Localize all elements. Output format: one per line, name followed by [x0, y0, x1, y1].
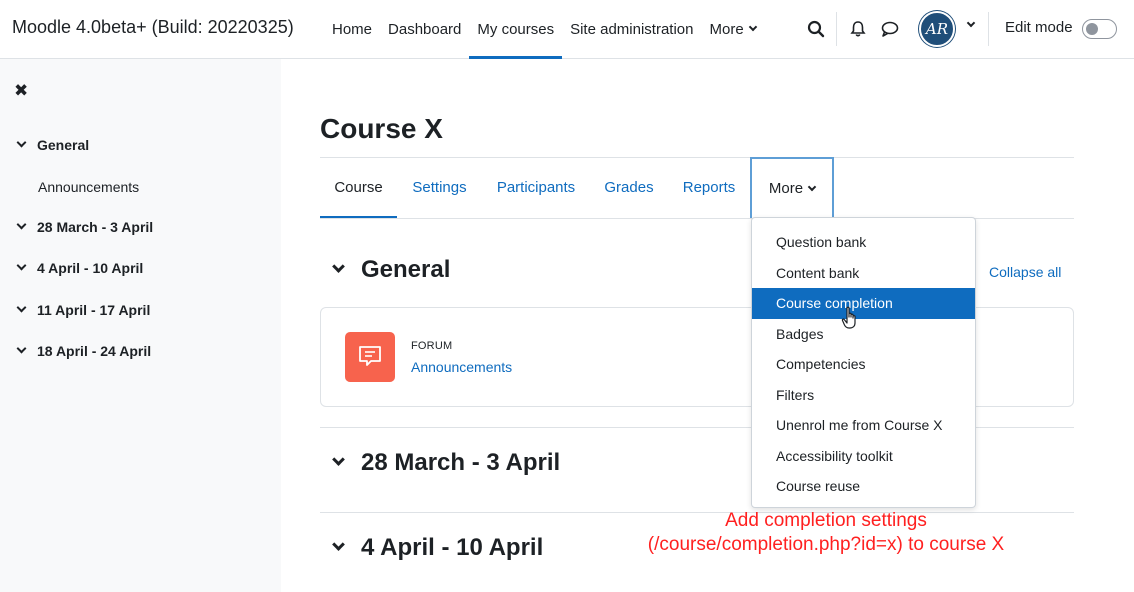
nav-site-administration-label: Site administration	[570, 20, 694, 38]
tab-settings[interactable]: Settings	[397, 157, 482, 218]
nav-home-label: Home	[332, 20, 373, 38]
nav-my-courses[interactable]: My courses	[469, 0, 562, 59]
nav-dashboard-label: Dashboard	[388, 20, 462, 38]
chevron-down-icon[interactable]	[966, 18, 976, 28]
drawer-section-label: 28 March - 3 April	[37, 219, 154, 235]
tab-course[interactable]: Course	[320, 157, 397, 219]
nav-site-administration[interactable]: Site administration	[562, 0, 701, 58]
section-4-april[interactable]: 4 April - 10 April	[330, 534, 543, 562]
drawer-section-general[interactable]: General	[16, 137, 90, 153]
tab-more[interactable]: More	[750, 157, 834, 218]
section-title: General	[361, 256, 451, 283]
drawer-section-18-april[interactable]: 18 April - 24 April	[16, 343, 152, 359]
chevron-down-icon	[16, 137, 27, 148]
tab-participants[interactable]: Participants	[482, 157, 590, 218]
tab-participants-label: Participants	[496, 179, 576, 196]
activity-type: FORUM	[411, 340, 453, 352]
tab-settings-label: Settings	[412, 179, 467, 196]
menu-item-course-completion[interactable]: Course completion	[752, 288, 975, 319]
navbar-divider	[836, 12, 837, 46]
tab-grades-label: Grades	[604, 179, 654, 196]
drawer-section-4-april[interactable]: 4 April - 10 April	[16, 260, 144, 276]
more-dropdown-menu: Question bank Content bank Course comple…	[751, 217, 976, 508]
tab-course-label: Course	[334, 179, 383, 196]
chevron-down-icon	[332, 538, 345, 551]
tab-reports[interactable]: Reports	[668, 157, 750, 218]
forum-icon	[345, 332, 395, 382]
edit-mode-toggle[interactable]	[1082, 19, 1117, 39]
edit-mode-label: Edit mode	[1005, 19, 1073, 36]
activity-link[interactable]: Announcements	[411, 359, 512, 375]
tab-grades[interactable]: Grades	[590, 157, 668, 218]
chevron-down-icon	[16, 302, 27, 313]
nav-more-label: More	[709, 20, 744, 38]
drawer-section-label: 18 April - 24 April	[37, 343, 152, 359]
search-icon[interactable]	[805, 18, 827, 40]
top-navbar: Moodle 4.0beta+ (Build: 20220325) Home D…	[0, 0, 1134, 59]
drawer-section-label: General	[37, 137, 90, 153]
annotation-note: Add completion settings (/course/complet…	[647, 510, 1005, 555]
section-title: 28 March - 3 April	[361, 449, 561, 476]
chevron-down-icon	[807, 182, 817, 191]
section-28-march[interactable]: 28 March - 3 April	[330, 449, 560, 477]
page-title: Course X	[320, 113, 443, 144]
bell-icon[interactable]	[847, 18, 869, 40]
section-title: 4 April - 10 April	[361, 534, 544, 561]
drawer-section-label: 4 April - 10 April	[37, 260, 144, 276]
chevron-down-icon	[16, 219, 27, 230]
drawer-section-28-march[interactable]: 28 March - 3 April	[16, 219, 154, 235]
primary-navigation: Home Dashboard My courses Site administr…	[324, 0, 764, 59]
site-brand[interactable]: Moodle 4.0beta+ (Build: 20220325)	[12, 17, 294, 38]
chevron-down-icon	[332, 260, 345, 273]
tab-reports-label: Reports	[682, 179, 736, 196]
navbar-divider	[988, 12, 989, 46]
avatar[interactable]: AR	[919, 11, 955, 47]
menu-item-competencies[interactable]: Competencies	[752, 349, 975, 380]
chevron-down-icon	[16, 343, 27, 354]
close-icon[interactable]: ✖	[14, 81, 28, 101]
chevron-down-icon	[16, 260, 27, 271]
section-general[interactable]: General	[330, 256, 450, 284]
course-index-drawer: ✖ General Announcements 28 March - 3 Apr…	[0, 59, 281, 592]
menu-item-content-bank[interactable]: Content bank	[752, 258, 975, 289]
menu-item-course-reuse[interactable]: Course reuse	[752, 471, 975, 502]
avatar-initials: AR	[925, 20, 949, 38]
collapse-all-link[interactable]: Collapse all	[989, 264, 1061, 280]
nav-more[interactable]: More	[702, 0, 764, 58]
drawer-item-announcements[interactable]: Announcements	[38, 179, 139, 195]
menu-item-unenrol[interactable]: Unenrol me from Course X	[752, 410, 975, 441]
tab-more-label: More	[768, 180, 804, 197]
menu-item-filters[interactable]: Filters	[752, 380, 975, 411]
drawer-section-label: 11 April - 17 April	[37, 302, 151, 318]
nav-home[interactable]: Home	[324, 0, 380, 58]
menu-item-question-bank[interactable]: Question bank	[752, 227, 975, 258]
secondary-navigation: Course Settings Participants Grades Repo…	[320, 157, 834, 219]
chat-bubble-icon[interactable]	[879, 18, 901, 40]
nav-my-courses-label: My courses	[477, 20, 555, 38]
hand-pointer-icon	[841, 306, 861, 335]
chevron-down-icon	[748, 22, 757, 32]
chevron-down-icon	[332, 453, 345, 466]
nav-dashboard[interactable]: Dashboard	[380, 0, 469, 58]
menu-item-accessibility-toolkit[interactable]: Accessibility toolkit	[752, 441, 975, 472]
menu-item-badges[interactable]: Badges	[752, 319, 975, 350]
drawer-section-11-april[interactable]: 11 April - 17 April	[16, 302, 151, 318]
